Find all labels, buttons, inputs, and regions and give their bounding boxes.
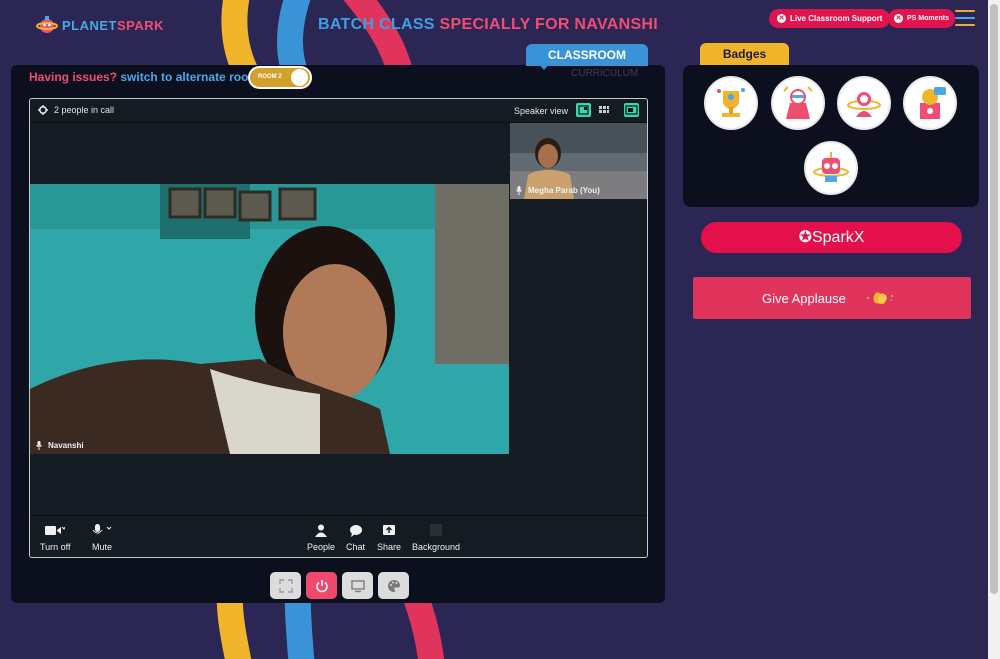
main-participant-tag: Navanshi	[36, 441, 84, 450]
close-circle-icon: ✕	[894, 14, 903, 23]
pip-button[interactable]	[624, 103, 639, 117]
call-controls: Turn off Mute People Chat Share Backgrou…	[30, 515, 647, 557]
share-screen-icon	[383, 525, 396, 535]
close-circle-icon: ✕	[777, 14, 786, 23]
idea-badge-icon[interactable]	[903, 76, 957, 130]
background-button[interactable]: Background	[412, 524, 460, 552]
video-call-window: 2 people in call Speaker view Navanshi M…	[29, 98, 648, 558]
camera-icon	[45, 526, 66, 535]
logo-text: PLANETSPARK	[62, 17, 165, 33]
room-toggle[interactable]: ROOM 2	[248, 66, 312, 89]
camera-button[interactable]: Turn off	[40, 524, 71, 552]
chat-button[interactable]: Chat	[346, 524, 365, 552]
page-title: BATCH CLASS SPECIALLY FOR NAVANSHI	[318, 16, 659, 33]
toggle-knob	[291, 69, 308, 86]
page-scrollbar[interactable]	[988, 0, 1000, 659]
tab-pointer	[539, 64, 549, 70]
give-applause-button[interactable]: Give Applause	[693, 277, 971, 319]
classroom-toolbar	[270, 572, 409, 599]
microphone-icon	[36, 441, 42, 450]
main-participant-video	[30, 184, 509, 454]
palette-button[interactable]	[378, 572, 409, 599]
planet-logo-icon	[36, 16, 58, 33]
view-mode-label: Speaker view	[514, 106, 569, 116]
trophy-badge-icon[interactable]	[704, 76, 758, 130]
badges-panel	[683, 65, 979, 207]
people-count: 2 people in call	[38, 105, 114, 115]
clapping-hands-icon	[867, 292, 893, 304]
gear-icon[interactable]	[38, 105, 48, 115]
chat-icon	[349, 525, 362, 537]
microphone-icon	[516, 186, 522, 195]
sparkx-icon: ✪	[798, 229, 812, 246]
microphone-icon	[92, 524, 112, 534]
robot-badge-icon[interactable]	[804, 141, 858, 195]
alternate-room-link[interactable]: switch to alternate room	[120, 70, 259, 84]
badges-tab[interactable]: Badges	[700, 43, 789, 65]
power-icon	[315, 579, 328, 592]
alternate-room-prompt: Having issues? switch to alternate room	[29, 70, 260, 84]
screen-button[interactable]	[342, 572, 373, 599]
share-button[interactable]: Share	[377, 524, 401, 552]
tab-classroom[interactable]: CLASSROOM	[526, 44, 648, 66]
planetspark-logo[interactable]: PLANETSPARK	[36, 14, 164, 36]
monitor-icon	[350, 579, 365, 592]
call-header: 2 people in call Speaker view	[30, 99, 647, 123]
mic-button[interactable]: Mute	[92, 524, 112, 552]
self-participant-tag: Megha Parab (You)	[516, 186, 600, 195]
fullscreen-icon	[278, 578, 293, 593]
people-icon	[315, 524, 328, 537]
background-icon	[430, 524, 443, 536]
astronaut-badge-icon[interactable]	[837, 76, 891, 130]
grid-view-button[interactable]	[596, 103, 611, 117]
sparkx-button[interactable]: ✪SparkX	[701, 222, 962, 253]
palette-icon	[387, 579, 400, 592]
menu-icon[interactable]	[955, 10, 975, 26]
hero-badge-icon[interactable]	[771, 76, 825, 130]
fullscreen-button[interactable]	[270, 572, 301, 599]
speaker-view-button[interactable]	[576, 103, 591, 117]
people-button[interactable]: People	[307, 524, 335, 552]
ps-moments-button[interactable]: ✕ PS Moments	[888, 9, 956, 28]
end-class-button[interactable]	[306, 572, 337, 599]
tab-curriculum[interactable]: CURRICULUM	[571, 68, 638, 79]
live-classroom-support-button[interactable]: ✕ Live Classroom Support	[769, 9, 891, 28]
student-video-frame	[30, 184, 509, 454]
